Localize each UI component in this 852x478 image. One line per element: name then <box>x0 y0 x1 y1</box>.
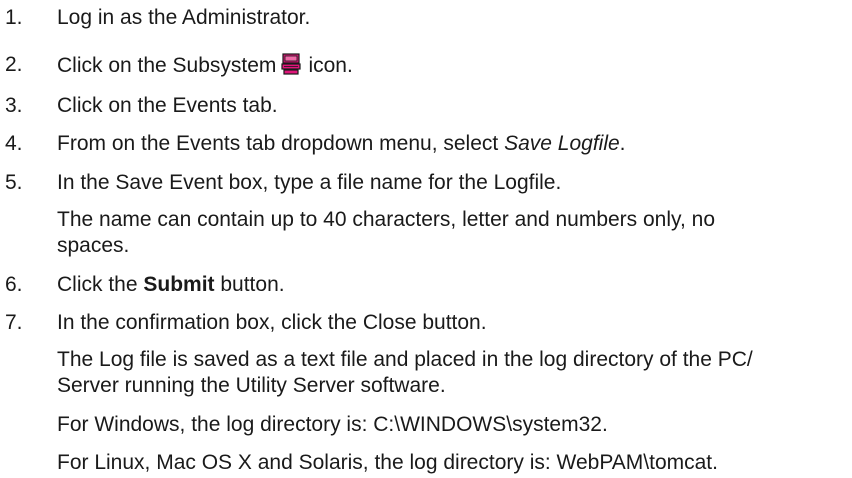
step-5-note-line-2: spaces. <box>57 234 130 257</box>
step-text-before: Click on the Subsystem <box>57 54 277 77</box>
step-text-before: From on the Events tab dropdown menu, se… <box>57 132 505 155</box>
step-number: 6. <box>5 273 23 296</box>
step-text: Click on the Events tab. <box>57 94 278 117</box>
step-5-note-line-1: The name can contain up to 40 characters… <box>57 208 715 231</box>
step-number: 3. <box>5 94 23 117</box>
step-number: 7. <box>5 311 23 334</box>
windows-log-directory-note: For Windows, the log directory is: C:\WI… <box>57 413 608 436</box>
menu-option-name: Save Logfile <box>504 132 620 155</box>
instruction-document: 1. Log in as the Administrator. 2. Click… <box>0 0 852 478</box>
step-text-after: button. <box>214 273 285 296</box>
step-number: 2. <box>5 53 23 76</box>
step-text-after: . <box>619 132 626 155</box>
step-text-after: icon. <box>308 54 353 77</box>
step-text: From on the Events tab dropdown menu, se… <box>57 132 626 156</box>
step-7-note-line-1: The Log file is saved as a text file and… <box>57 348 753 371</box>
step-text-before: Click the <box>57 273 144 296</box>
step-number: 5. <box>5 171 23 194</box>
step-text: In the Save Event box, type a file name … <box>57 171 562 194</box>
step-number: 4. <box>5 132 23 155</box>
button-name: Submit <box>143 273 215 296</box>
step-text: Log in as the Administrator. <box>57 6 311 29</box>
step-number: 1. <box>5 6 23 29</box>
linux-log-directory-note: For Linux, Mac OS X and Solaris, the log… <box>57 451 718 474</box>
step-7-note-line-2: Server running the Utility Server softwa… <box>57 374 446 397</box>
step-text: In the confirmation box, click the Close… <box>57 311 487 334</box>
step-text: Click on the Subsystem icon. <box>57 53 353 78</box>
step-text: Click the Submit button. <box>57 273 285 297</box>
subsystem-icon <box>281 53 302 75</box>
